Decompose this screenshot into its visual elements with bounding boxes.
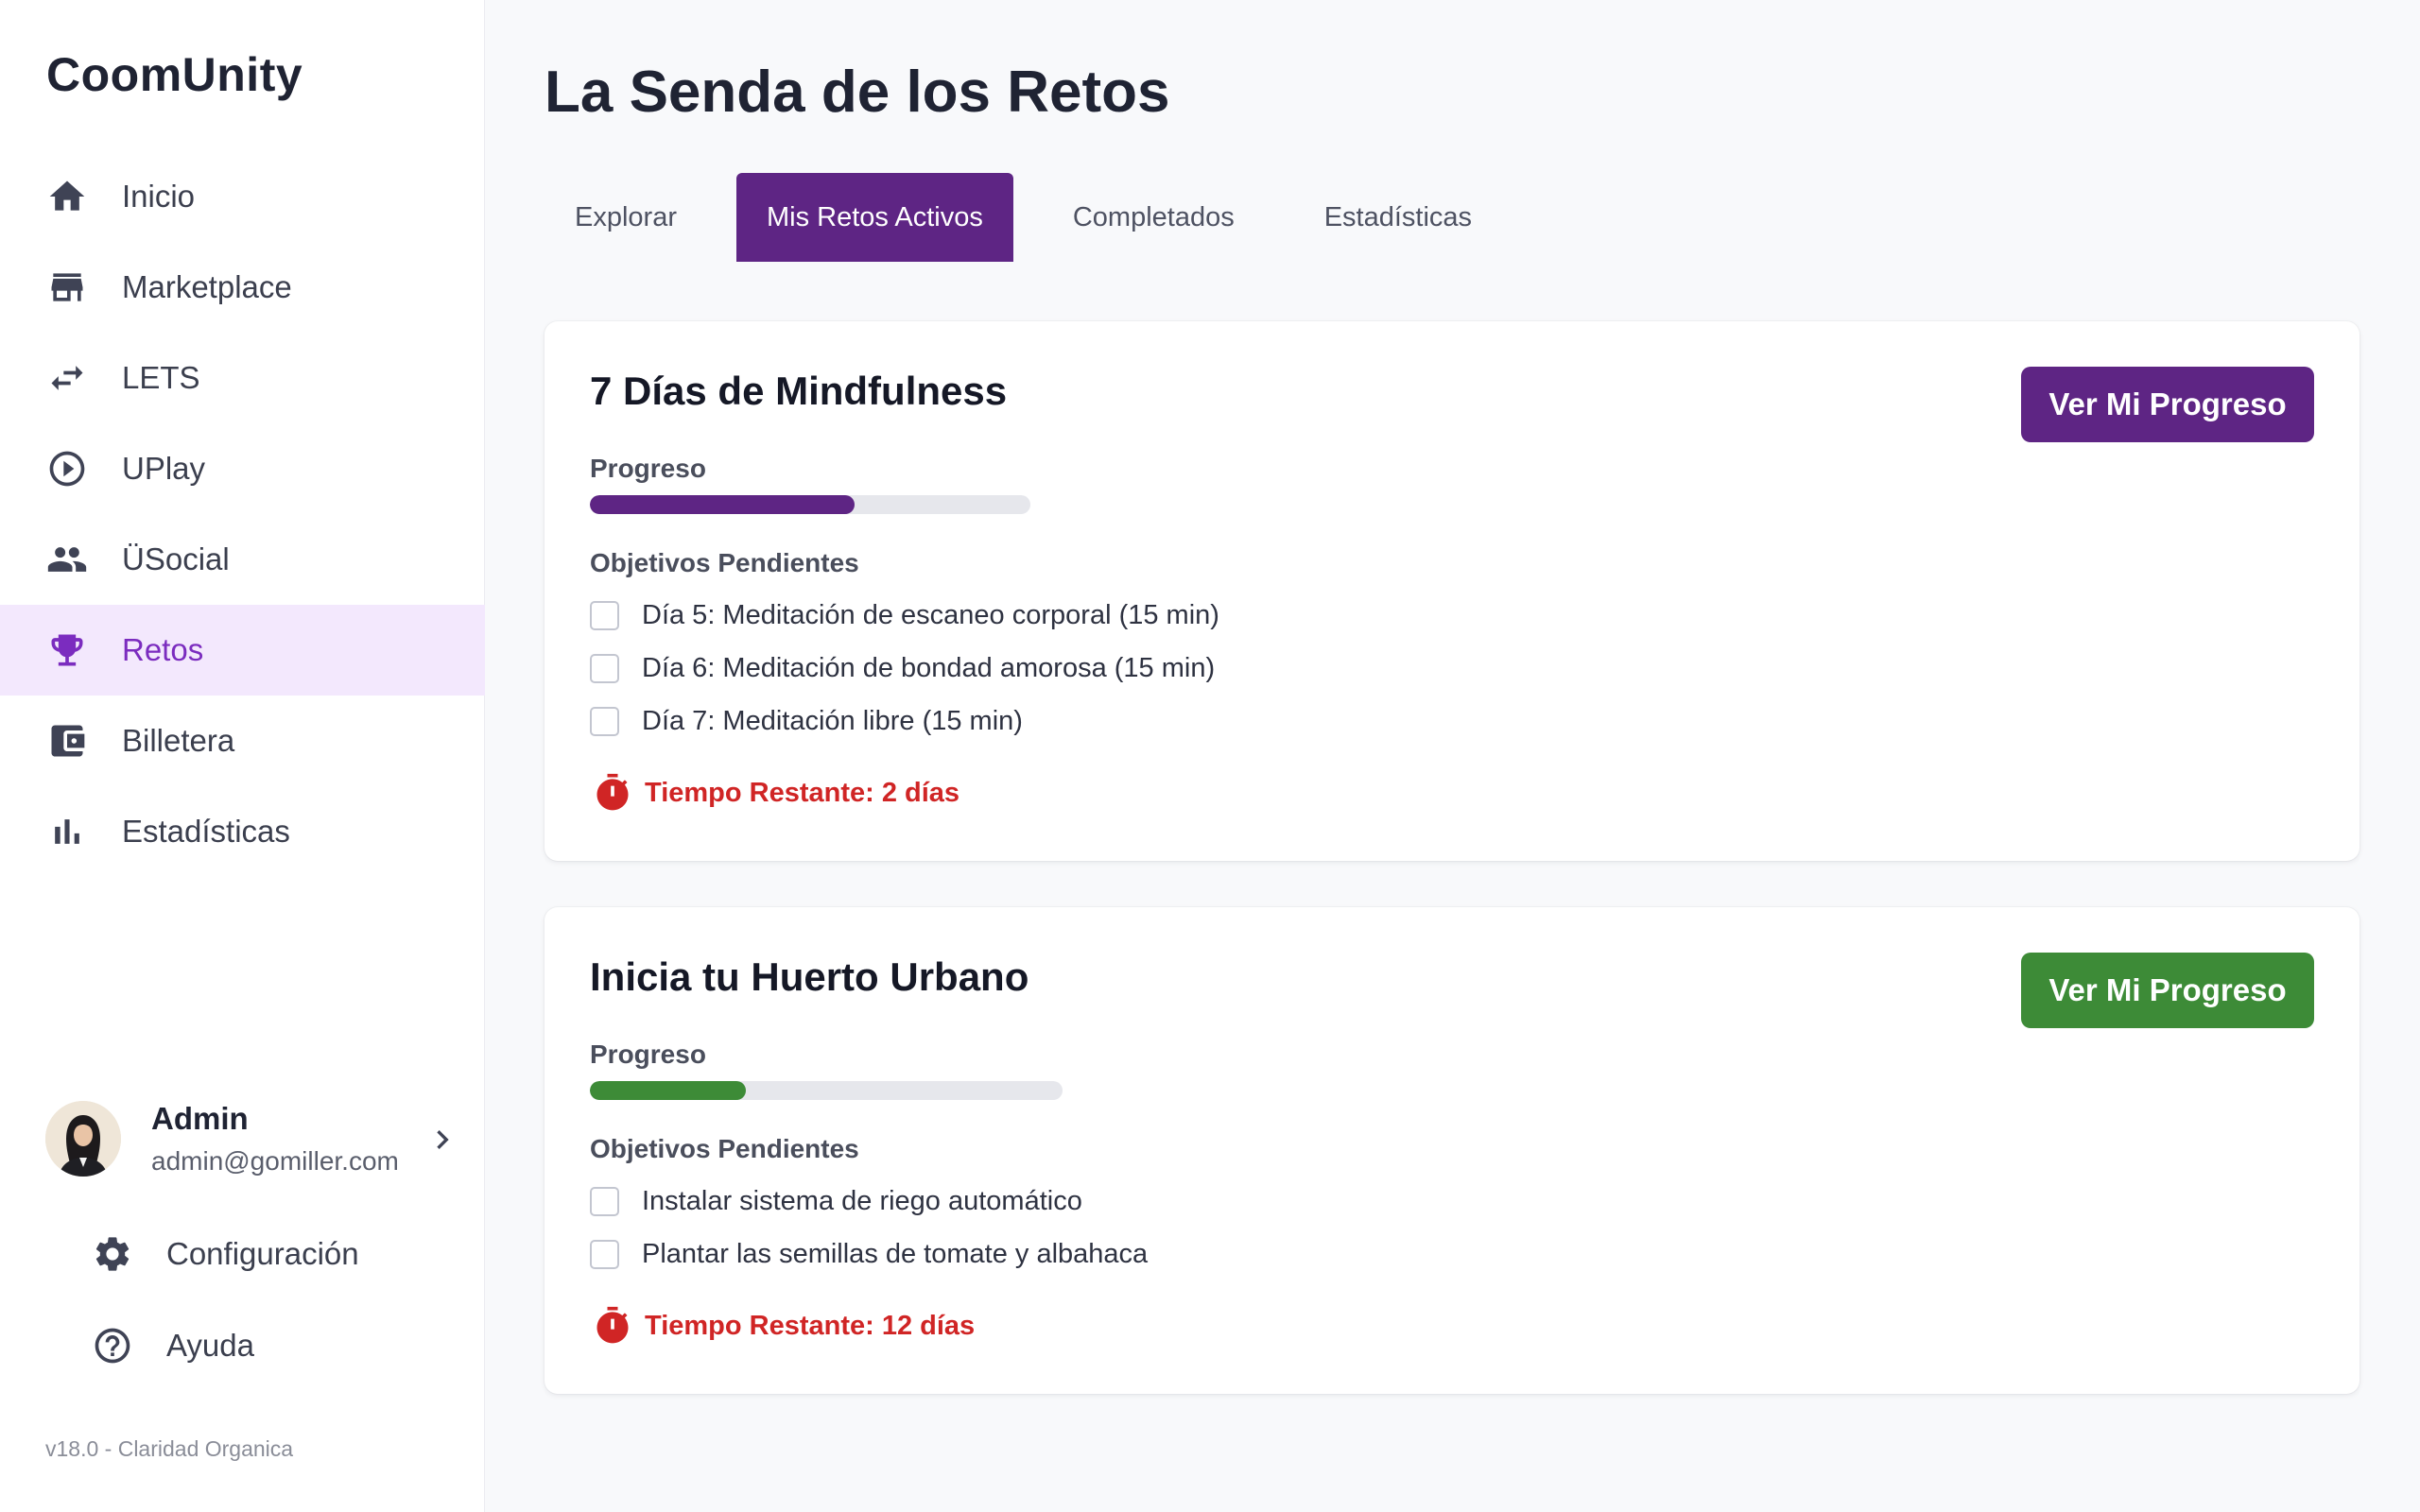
help-circle-icon — [92, 1325, 133, 1366]
objective-checkbox[interactable] — [590, 653, 619, 683]
time-remaining: Tiempo Restante: 2 días — [592, 770, 959, 816]
objective-text: Día 6: Meditación de bondad amorosa (15 … — [642, 652, 1216, 683]
tab-completados[interactable]: Completados — [1043, 173, 1265, 262]
tab-estadisticas[interactable]: Estadísticas — [1294, 173, 1502, 262]
user-name: Admin — [151, 1101, 249, 1136]
help-link[interactable]: Ayuda — [92, 1317, 254, 1374]
time-remaining: Tiempo Restante: 12 días — [592, 1303, 975, 1349]
sidebar-item-label: Retos — [122, 632, 204, 667]
wallet-icon — [46, 720, 88, 762]
home-icon — [46, 176, 88, 217]
bar-chart-icon — [46, 811, 88, 852]
progress-bar-fill — [590, 495, 855, 514]
people-icon — [46, 539, 88, 580]
timer-icon — [592, 1305, 633, 1347]
challenge-title: 7 Días de Mindfulness — [590, 369, 1008, 413]
trophy-icon — [46, 629, 88, 671]
tab-bar: Explorar Mis Retos Activos Completados E… — [544, 173, 1531, 262]
swap-icon — [46, 357, 88, 399]
avatar — [45, 1101, 121, 1177]
tab-mis-retos-activos[interactable]: Mis Retos Activos — [736, 173, 1013, 262]
help-label: Ayuda — [166, 1328, 254, 1363]
time-remaining-text: Tiempo Restante: 12 días — [645, 1310, 976, 1341]
objective-item[interactable]: Día 7: Meditación libre (15 min) — [590, 702, 1023, 740]
objective-text: Plantar las semillas de tomate y albahac… — [642, 1238, 1149, 1269]
progress-bar-fill — [590, 1081, 746, 1100]
view-progress-button[interactable]: Ver Mi Progreso — [2021, 953, 2314, 1028]
play-circle-icon — [46, 448, 88, 490]
sidebar-item-label: Inicio — [122, 179, 196, 214]
sidebar-item-marketplace[interactable]: Marketplace — [0, 242, 485, 333]
gear-icon — [92, 1233, 133, 1275]
objectives-label: Objetivos Pendientes — [590, 548, 859, 577]
sidebar-item-label: UPlay — [122, 451, 206, 486]
sidebar-item-inicio[interactable]: Inicio — [0, 151, 485, 242]
sidebar-item-usocial[interactable]: ÜSocial — [0, 514, 485, 605]
sidebar-item-label: LETS — [122, 360, 200, 395]
view-progress-button[interactable]: Ver Mi Progreso — [2021, 367, 2314, 442]
settings-link[interactable]: Configuración — [92, 1226, 359, 1282]
sidebar-item-lets[interactable]: LETS — [0, 333, 485, 423]
challenge-card: Inicia tu Huerto Urbano Ver Mi Progreso … — [544, 907, 2360, 1394]
sidebar-item-label: Marketplace — [122, 269, 292, 304]
objective-item[interactable]: Instalar sistema de riego automático — [590, 1182, 1082, 1220]
page-title: La Senda de los Retos — [544, 60, 1170, 125]
objective-item[interactable]: Plantar las semillas de tomate y albahac… — [590, 1235, 1148, 1273]
store-icon — [46, 266, 88, 308]
user-profile[interactable]: Admin admin@gomiller.com — [45, 1098, 461, 1179]
version-label: v18.0 - Claridad Organica — [45, 1436, 294, 1461]
progress-label: Progreso — [590, 1040, 706, 1069]
sidebar-item-retos[interactable]: Retos — [0, 605, 485, 696]
sidebar-item-estadisticas[interactable]: Estadísticas — [0, 786, 485, 877]
progress-label: Progreso — [590, 454, 706, 483]
tab-explorar[interactable]: Explorar — [544, 173, 707, 262]
objective-text: Día 5: Meditación de escaneo corporal (1… — [642, 599, 1219, 630]
objective-checkbox[interactable] — [590, 706, 619, 736]
objective-item[interactable]: Día 6: Meditación de bondad amorosa (15 … — [590, 649, 1215, 687]
sidebar-item-uplay[interactable]: UPlay — [0, 423, 485, 514]
timer-icon — [592, 772, 633, 814]
sidebar-item-label: Estadísticas — [122, 814, 290, 849]
challenge-card: 7 Días de Mindfulness Ver Mi Progreso Pr… — [544, 321, 2360, 861]
progress-bar — [590, 1081, 1063, 1100]
objective-text: Instalar sistema de riego automático — [642, 1185, 1082, 1216]
sidebar-item-label: Billetera — [122, 723, 235, 758]
settings-label: Configuración — [166, 1236, 359, 1271]
challenge-title: Inicia tu Huerto Urbano — [590, 954, 1029, 999]
objective-checkbox[interactable] — [590, 600, 619, 630]
time-remaining-text: Tiempo Restante: 2 días — [645, 777, 960, 808]
sidebar-item-billetera[interactable]: Billetera — [0, 696, 485, 786]
objectives-label: Objetivos Pendientes — [590, 1134, 859, 1163]
objective-text: Día 7: Meditación libre (15 min) — [642, 705, 1023, 736]
objective-checkbox[interactable] — [590, 1239, 619, 1269]
objective-checkbox[interactable] — [590, 1186, 619, 1216]
chevron-right-icon[interactable] — [424, 1121, 461, 1159]
sidebar-nav: Inicio Marketplace LETS UPlay ÜSocial Re… — [0, 151, 485, 877]
progress-bar — [590, 495, 1030, 514]
sidebar: CoomUnity Inicio Marketplace LETS UPlay … — [0, 0, 485, 1512]
brand-logo[interactable]: CoomUnity — [46, 47, 302, 102]
user-email: admin@gomiller.com — [151, 1146, 399, 1176]
objective-item[interactable]: Día 5: Meditación de escaneo corporal (1… — [590, 596, 1219, 634]
sidebar-item-label: ÜSocial — [122, 541, 230, 576]
